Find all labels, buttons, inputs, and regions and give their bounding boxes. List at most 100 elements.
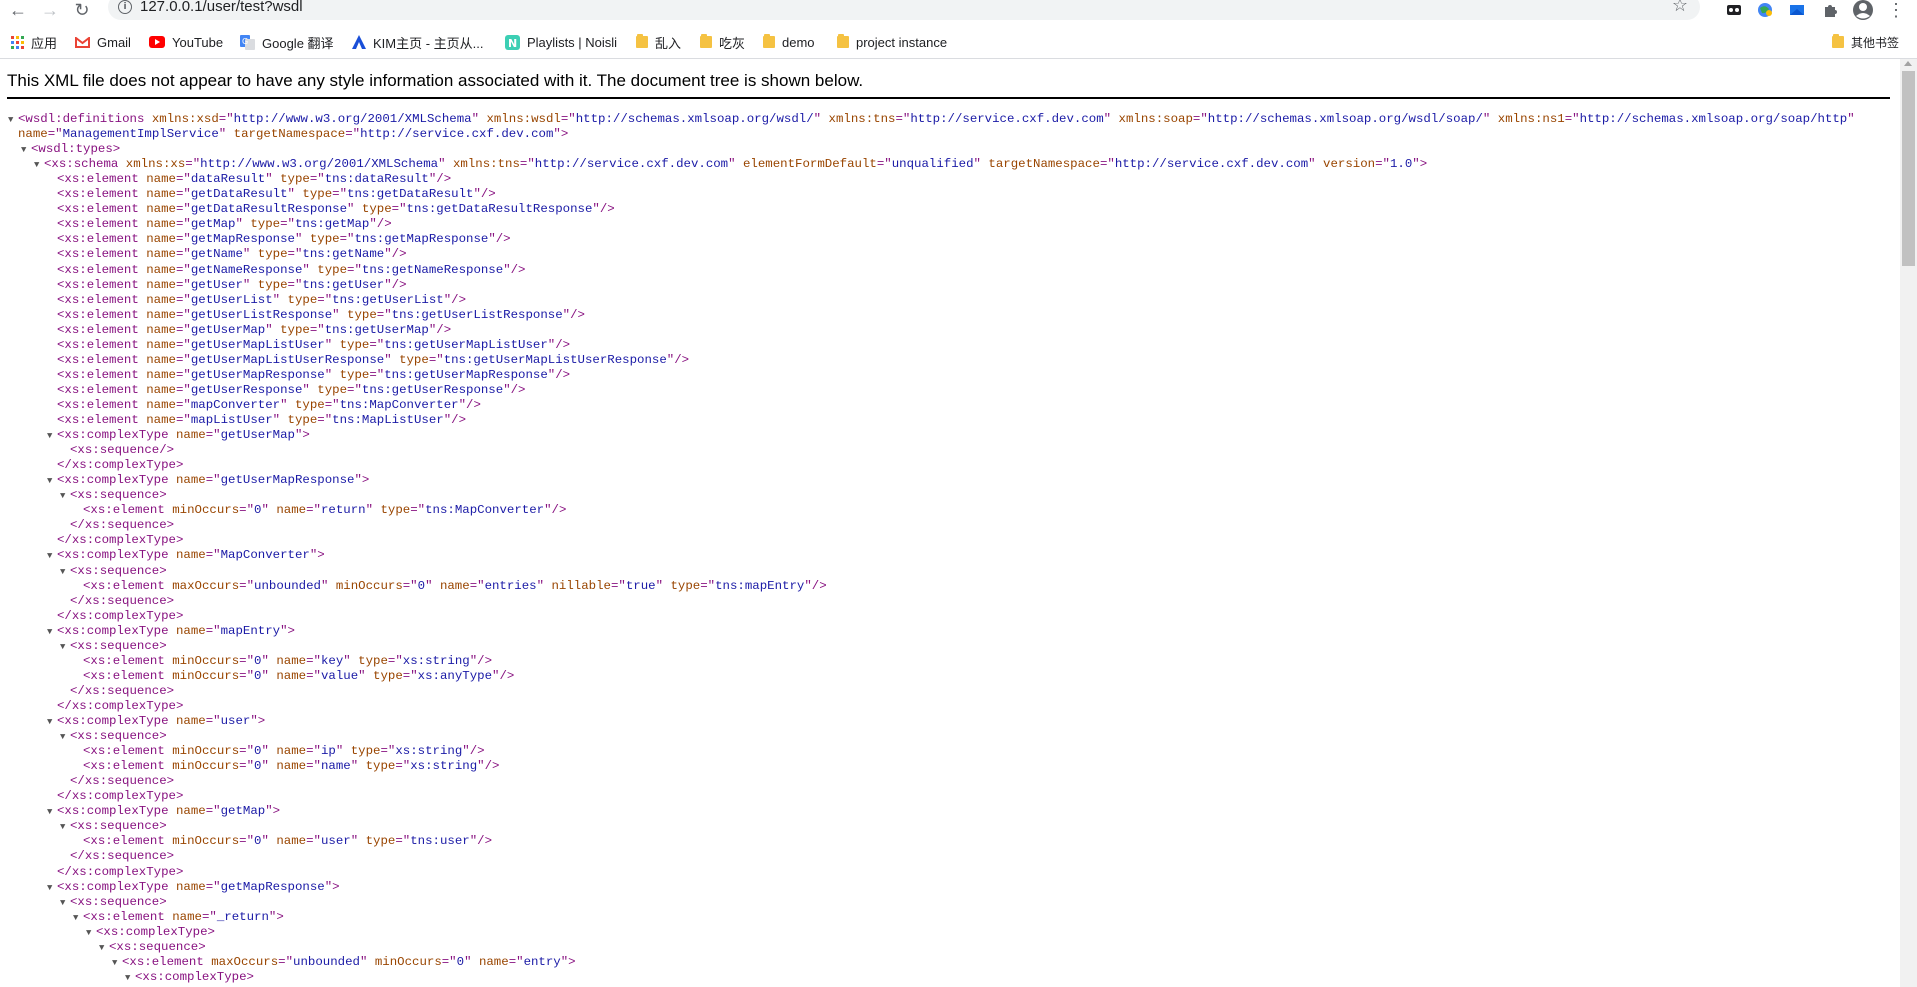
xml-attr-name: name [18,127,48,142]
xml-attr-name: name [146,217,176,232]
xml-line: </xs:sequence> [60,849,174,864]
xml-tag-text: <xs:element [57,202,147,217]
bookmark-noisli[interactable]: N Playlists | Noisli [505,30,617,54]
menu-kebab-icon[interactable]: ⋮ [1887,0,1905,20]
bookmark-folder-project-instance[interactable]: project instance [837,30,947,54]
collapse-triangle-icon[interactable]: ▼ [47,429,57,444]
xml-attr-name: targetNamespace [233,127,346,142]
collapse-triangle-icon[interactable]: ▼ [47,715,57,730]
xml-attr-value: http://service.cxf.dev.com [534,157,729,172]
collapse-triangle-icon[interactable]: ▼ [125,971,135,986]
collapse-triangle-icon[interactable]: ▼ [60,820,70,835]
xml-tag-text: =" [205,804,221,819]
collapse-triangle-icon[interactable]: ▼ [47,549,57,564]
xml-tag-text: =" [324,397,340,412]
xml-line: ▼ <xs:complexType name="getUserMap"> [47,428,310,443]
scrollbar-thumb[interactable] [1902,71,1915,266]
collapse-triangle-icon[interactable]: ▼ [99,941,109,956]
xml-tag-text: <xs:element [57,322,147,337]
collapse-triangle-icon[interactable]: ▼ [8,113,18,128]
collapse-triangle-icon[interactable]: ▼ [47,474,57,489]
bookmark-folder-demo[interactable]: demo [763,30,815,54]
collapse-triangle-icon[interactable]: ▼ [86,926,96,941]
globe-extension-icon[interactable] [1757,0,1773,20]
xml-line: ▼ <xs:complexType> [86,925,215,940]
xml-attr-value: getMap [190,217,236,232]
xml-tag-text: <xs:sequence> [70,729,167,744]
folder-icon [1832,34,1844,48]
xml-tag-text: </xs:complexType> [57,533,184,548]
collapse-triangle-icon[interactable]: ▼ [34,158,44,173]
collapse-triangle-icon[interactable]: ▼ [73,911,83,926]
bookmark-gmail[interactable]: Gmail [75,30,131,54]
site-info-icon[interactable]: i [118,0,132,14]
xml-attr-value: http://schemas.xmlsoap.org/wsdl/ [575,112,814,126]
xml-tag-text: <xs:element [57,277,147,292]
vertical-scrollbar[interactable] [1900,59,1917,987]
xml-tag-text: =" [218,112,234,126]
xml-line: <xs:element name="getUser" type="tns:get… [47,278,407,293]
xml-line: ▼ <xs:complexType name="getMapResponse"> [47,880,340,895]
xml-attr-name: name [478,954,509,969]
xml-line: ▼ <xs:complexType name="MapConverter"> [47,548,325,563]
collapse-triangle-icon[interactable]: ▼ [60,489,70,504]
xml-tag-text: " [235,217,251,232]
xml-line: ▼ <xs:complexType name="getUserMapRespons… [47,473,369,488]
extension-icon[interactable] [1726,0,1742,20]
collapse-triangle-icon[interactable]: ▼ [60,565,70,580]
xml-line: <xs:element name="getDataResult" type="t… [47,187,496,202]
blue-extension-icon[interactable] [1789,0,1805,20]
xml-tag-text: " [261,834,277,849]
xml-attr-name: type [347,307,377,322]
xml-tag-text: "> [560,954,576,969]
xml-tag-text: <xs:sequence> [70,894,167,909]
bookmark-star-icon[interactable]: ☆ [1672,0,1688,16]
xml-tag-text: =" [560,112,576,126]
collapse-triangle-icon[interactable]: ▼ [47,881,57,896]
xml-tag-text: =" [1192,112,1208,126]
xml-attr-name: xmlns:tns [453,157,520,172]
bookmark-folder-luanru[interactable]: 乱入 [636,30,681,54]
xml-tag-text: <xs:complexType [57,428,176,443]
scroll-up-arrow-icon[interactable] [1904,61,1912,66]
xml-tag-text: =" [239,653,255,668]
xml-tag-text: </xs:complexType> [57,698,184,713]
collapse-triangle-icon[interactable]: ▼ [47,805,57,820]
xml-attr-value: getMapResponse [220,879,325,894]
xml-attr-name: minOccurs [172,759,240,774]
xml-attr-name: name [146,307,176,322]
bookmark-apps[interactable]: 应用 [11,30,57,54]
xml-attr-value: user [220,714,251,728]
bookmark-label: 乱入 [655,35,682,51]
forward-arrow-icon[interactable]: → [38,0,62,20]
xml-attr-value: getUserList [190,292,273,307]
collapse-triangle-icon[interactable]: ▼ [60,896,70,911]
xml-line: <xs:element name="getDataResultResponse"… [47,202,615,217]
reload-icon[interactable]: ↻ [70,0,94,20]
xml-attr-name: type [358,653,388,668]
xml-tag-text: <xs:element [83,653,173,668]
xml-tag-text: " [438,157,453,172]
xml-tag-text: "> [294,428,310,443]
bookmark-folder-other[interactable]: 其他书签 [1832,30,1899,54]
collapse-triangle-icon[interactable]: ▼ [47,625,57,640]
address-bar[interactable]: i 127.0.0.1/user/test?wsdl ☆ [108,0,1700,20]
back-arrow-icon[interactable]: ← [6,0,30,20]
xml-attr-name: name [276,744,307,759]
puzzle-extensions-icon[interactable] [1822,0,1838,20]
xml-line: <xs:element maxOccurs="unbounded" minOcc… [73,579,827,594]
bookmark-google-translate[interactable]: G Google 翻译 [240,30,334,54]
profile-avatar-icon[interactable] [1852,0,1874,20]
bookmark-youtube[interactable]: YouTube [149,30,223,54]
collapse-triangle-icon[interactable]: ▼ [21,143,31,158]
xml-tag-text: "/> [469,834,493,849]
collapse-triangle-icon[interactable]: ▼ [60,640,70,655]
xml-attr-value: unbounded [254,578,321,593]
bookmark-kim[interactable]: KIM主页 - 主页从... [352,30,484,54]
xml-tag-text: =" [469,578,485,593]
collapse-triangle-icon[interactable]: ▼ [60,730,70,745]
collapse-triangle-icon[interactable]: ▼ [112,956,122,971]
xml-tag-text: " [536,578,552,593]
bookmark-folder-chihui[interactable]: 吃灰 [700,30,745,54]
url-text[interactable]: 127.0.0.1/user/test?wsdl [140,0,303,15]
